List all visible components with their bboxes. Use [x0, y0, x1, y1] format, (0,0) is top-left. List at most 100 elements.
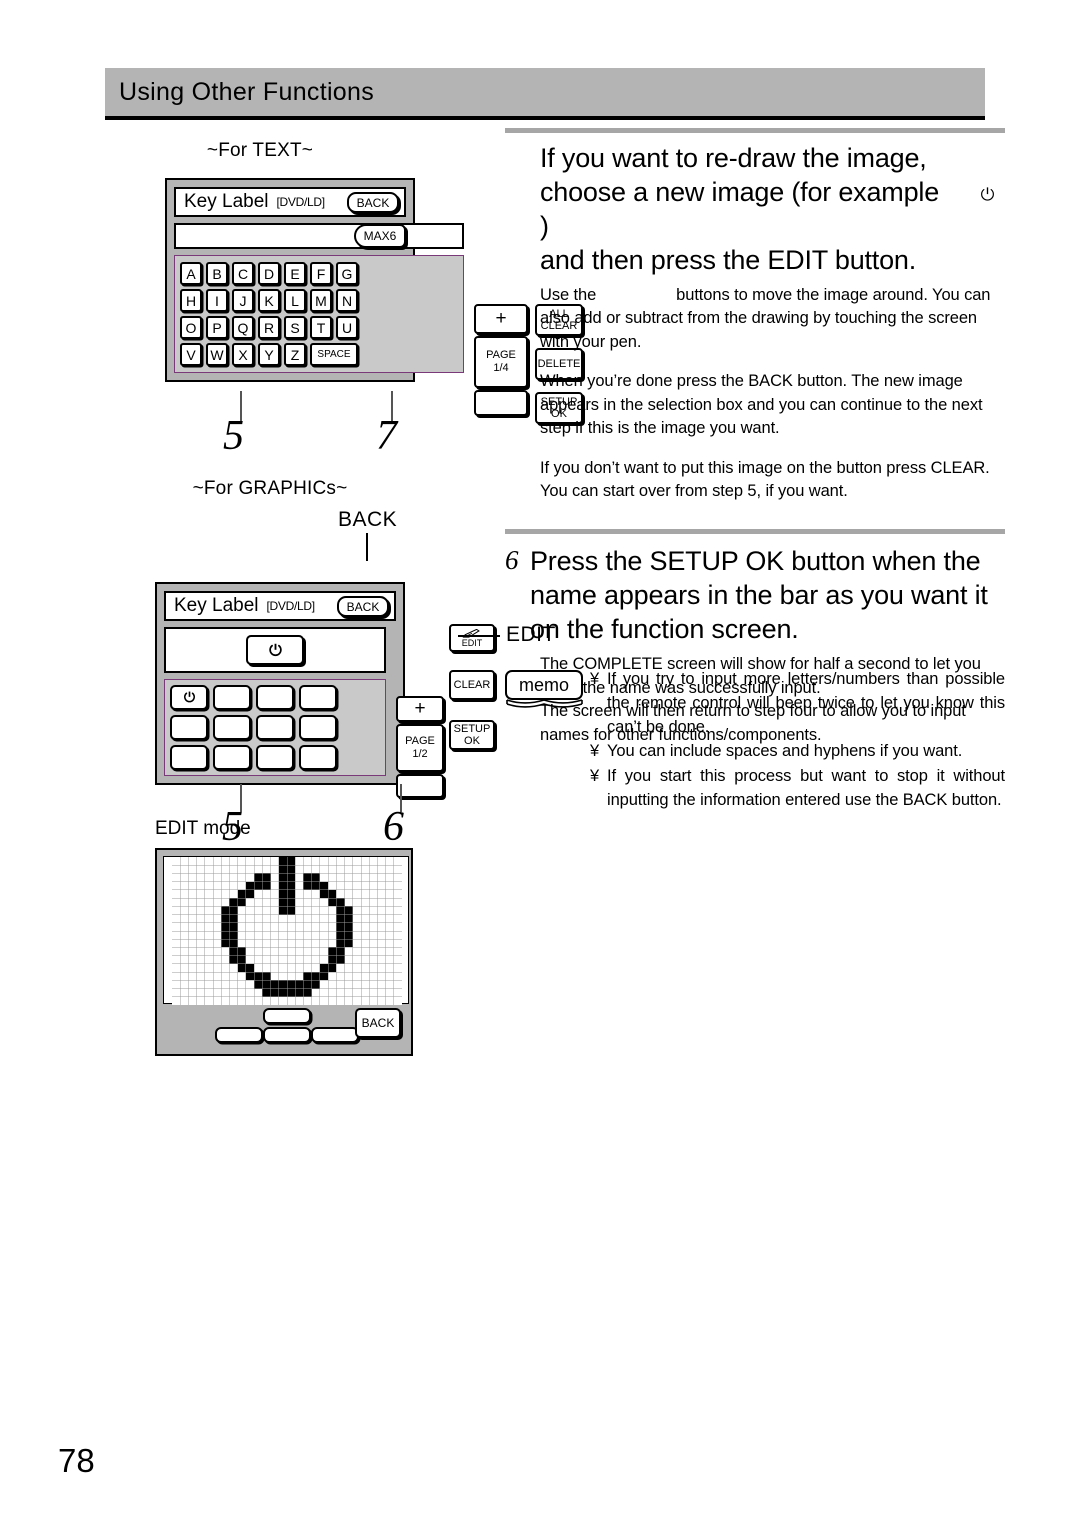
graphics-page-value: 1/2	[412, 748, 428, 760]
key-p[interactable]: P	[206, 316, 228, 339]
graphics-page-minus-button[interactable]	[396, 774, 444, 798]
book-icon	[506, 699, 583, 708]
key-j[interactable]: J	[232, 289, 254, 312]
section-a-para1-pre: Use the	[540, 286, 597, 305]
key-m[interactable]: M	[310, 289, 332, 312]
key-q[interactable]: Q	[232, 316, 254, 339]
graphics-key-empty[interactable]	[256, 745, 294, 770]
section-b-step-number: 6	[505, 545, 519, 576]
text-panel-max6-indicator: MAX6	[354, 224, 406, 248]
key-v[interactable]: V	[180, 343, 202, 366]
graphics-side-buttons: EDIT CLEAR SETUP OK	[449, 624, 495, 762]
left-illustration-column: ~For TEXT~ Key Label [DVD/LD] BACK MAX6 …	[110, 140, 583, 1056]
page-number: 78	[58, 1442, 95, 1479]
edit-mode-back-button[interactable]: BACK	[355, 1008, 401, 1038]
graphics-page-indicator: PAGE 1/2	[396, 724, 444, 772]
graphics-key-empty[interactable]	[299, 715, 337, 740]
key-w[interactable]: W	[206, 343, 228, 366]
key-h[interactable]: H	[180, 289, 202, 312]
key-s[interactable]: S	[284, 316, 306, 339]
graphics-key-empty[interactable]	[170, 715, 208, 740]
graphics-key-empty[interactable]	[256, 715, 294, 740]
graphics-key-empty[interactable]	[299, 685, 337, 710]
page-header-band: Using Other Functions	[105, 68, 985, 120]
section-a-heading: If you want to re-draw the image, choose…	[540, 141, 1005, 277]
keypad-row: O P Q R S T U	[180, 316, 458, 339]
key-u[interactable]: U	[336, 316, 358, 339]
key-a[interactable]: A	[180, 262, 202, 285]
key-x[interactable]: X	[232, 343, 254, 366]
section-a-para2: When you’re done press the BACK button. …	[540, 372, 983, 438]
step-number-5: 5	[223, 413, 244, 459]
memo-item-text: If you try to input more letters/numbers…	[607, 670, 1005, 736]
key-t[interactable]: T	[310, 316, 332, 339]
graphics-key-empty[interactable]	[256, 685, 294, 710]
back-callout-label: BACK	[338, 508, 398, 531]
text-panel-source: [DVD/LD]	[276, 195, 326, 209]
power-icon	[980, 187, 994, 201]
graphics-selection-box	[164, 627, 386, 673]
graphics-key-power[interactable]	[170, 685, 208, 710]
dpad-up-button[interactable]	[263, 1008, 311, 1024]
key-f[interactable]: F	[310, 262, 332, 285]
graphics-panel-back-button[interactable]: BACK	[337, 596, 389, 617]
dpad-right-button[interactable]	[311, 1027, 359, 1043]
key-n[interactable]: N	[336, 289, 358, 312]
graphics-edit-button-label: EDIT	[461, 637, 483, 648]
key-i[interactable]: I	[206, 289, 228, 312]
text-panel-title: Key Label	[184, 191, 269, 212]
graphics-key-empty[interactable]	[213, 715, 251, 740]
key-z[interactable]: Z	[284, 343, 306, 366]
section-a-heading-line1: If you want to re-draw the image,	[540, 143, 927, 173]
text-panel-back-button[interactable]: BACK	[347, 192, 399, 213]
graphics-edit-button[interactable]: EDIT	[449, 624, 495, 652]
edit-mode-control-bar: BACK	[163, 1004, 405, 1048]
dpad-left-button[interactable]	[215, 1027, 263, 1043]
section-a-heading-line2: choose a new image (for example )	[540, 175, 1005, 243]
graphics-panel-title: Key Label	[174, 595, 259, 616]
keypad-row: V W X Y Z SPACE	[180, 343, 458, 366]
key-o[interactable]: O	[180, 316, 202, 339]
text-panel-titlebar: Key Label [DVD/LD] BACK	[174, 187, 406, 217]
key-y[interactable]: Y	[258, 343, 280, 366]
keypad-row: H I J K L M N	[180, 289, 458, 312]
keypad-row: A B C D E F G	[180, 262, 458, 285]
section-a-heading-line3: and then press the EDIT button.	[540, 245, 917, 276]
for-graphics-caption: ~For GRAPHICs~	[192, 478, 348, 499]
graphics-clear-button[interactable]: CLEAR	[449, 670, 495, 700]
key-d[interactable]: D	[258, 262, 280, 285]
key-l[interactable]: L	[284, 289, 306, 312]
graphics-page-plus-button[interactable]: +	[396, 696, 444, 722]
key-e[interactable]: E	[284, 262, 306, 285]
key-b[interactable]: B	[206, 262, 228, 285]
graphics-keypad-row	[170, 715, 380, 740]
step-number-7: 7	[376, 413, 397, 459]
graphics-key-empty[interactable]	[213, 685, 251, 710]
key-k[interactable]: K	[258, 289, 280, 312]
memo-badge: memo	[505, 668, 590, 814]
key-r[interactable]: R	[258, 316, 280, 339]
pen-icon	[462, 628, 480, 638]
dpad-down-button[interactable]	[263, 1027, 311, 1043]
memo-item-text: If you start this process but want to st…	[607, 767, 1005, 809]
section-b-heading: Press the SETUP OK button when the name …	[530, 546, 988, 645]
edit-mode-drawing-grid[interactable]	[163, 856, 409, 1005]
section-b-step: 6 Press the SETUP OK button when the nam…	[505, 544, 1005, 646]
text-panel-name-input[interactable]	[174, 223, 464, 249]
key-g[interactable]: G	[336, 262, 358, 285]
graphics-key-empty[interactable]	[170, 745, 208, 770]
selected-power-icon-button[interactable]	[246, 635, 304, 665]
graphics-key-empty[interactable]	[299, 745, 337, 770]
memo-item: ¥ If you start this process but want to …	[590, 765, 1005, 813]
graphics-page-controls: + PAGE 1/2	[396, 696, 450, 798]
back-callout-line	[366, 533, 368, 561]
page-title: Using Other Functions	[119, 77, 375, 106]
graphics-keypad-row	[170, 745, 380, 770]
key-c[interactable]: C	[232, 262, 254, 285]
graphics-keypad	[164, 679, 386, 776]
graphics-key-empty[interactable]	[213, 745, 251, 770]
key-space[interactable]: SPACE	[310, 343, 358, 366]
edit-mode-caption: EDIT mode	[155, 818, 251, 839]
graphics-setup-ok-button[interactable]: SETUP OK	[449, 720, 495, 750]
memo-item: ¥ If you try to input more letters/numbe…	[590, 668, 1005, 739]
